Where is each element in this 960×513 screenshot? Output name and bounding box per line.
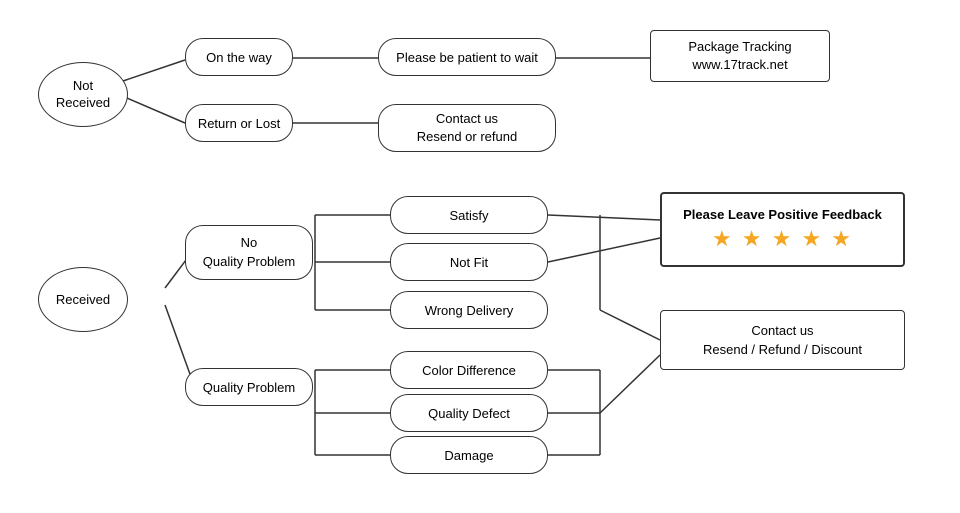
not-received-node: Not Received — [38, 62, 128, 127]
damage-node: Damage — [390, 436, 548, 474]
return-or-lost-node: Return or Lost — [185, 104, 293, 142]
contact-us-resend2-node: Contact us Resend / Refund / Discount — [660, 310, 905, 370]
quality-problem-node: Quality Problem — [185, 368, 313, 406]
quality-defect-node: Quality Defect — [390, 394, 548, 432]
wrong-delivery-node: Wrong Delivery — [390, 291, 548, 329]
not-fit-node: Not Fit — [390, 243, 548, 281]
patient-node: Please be patient to wait — [378, 38, 556, 76]
no-quality-problem-node: No Quality Problem — [185, 225, 313, 280]
contact-us-resend-node: Contact us Resend or refund — [378, 104, 556, 152]
received-node: Received — [38, 267, 128, 332]
star-rating: ★ ★ ★ ★ ★ — [712, 226, 853, 252]
flowchart-diagram: Not Received On the way Return or Lost P… — [0, 0, 960, 513]
satisfy-node: Satisfy — [390, 196, 548, 234]
feedback-text: Please Leave Positive Feedback — [683, 207, 882, 222]
color-difference-node: Color Difference — [390, 351, 548, 389]
positive-feedback-box: Please Leave Positive Feedback ★ ★ ★ ★ ★ — [660, 192, 905, 267]
package-tracking-node: Package Tracking www.17track.net — [650, 30, 830, 82]
on-the-way-node: On the way — [185, 38, 293, 76]
